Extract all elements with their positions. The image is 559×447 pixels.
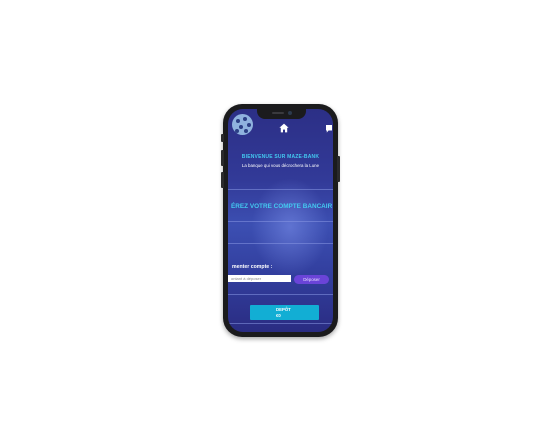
deposit-label: menter compte : [232, 264, 273, 270]
app-screen: BIENVENUE SUR MAZE-BANK La banque qui vo… [228, 109, 333, 332]
phone-frame: BIENVENUE SUR MAZE-BANK La banque qui vo… [221, 104, 340, 337]
manage-account-title: ÉREZ VOTRE COMPTE BANCAIR [231, 203, 333, 210]
welcome-subtitle: La banque qui vous décrochera la Lune [241, 163, 320, 168]
welcome-title: BIENVENUE SUR MAZE-BANK [241, 154, 320, 160]
summary-title: DEPÔT [276, 307, 291, 312]
section-divider [228, 243, 333, 244]
section-divider [228, 294, 333, 295]
home-icon[interactable] [279, 123, 289, 133]
volume-down-button [221, 172, 224, 188]
mute-switch [221, 134, 224, 142]
amount-input[interactable] [228, 275, 291, 282]
deposit-button[interactable]: Déposer [294, 275, 329, 284]
moon-logo-icon[interactable] [232, 114, 253, 135]
chat-icon[interactable] [325, 124, 333, 134]
power-button [337, 156, 340, 182]
section-divider [228, 189, 333, 190]
section-divider [228, 323, 333, 324]
phone-notch [257, 109, 306, 119]
volume-up-button [221, 150, 224, 166]
summary-value: €0 [276, 313, 281, 318]
front-camera [288, 111, 292, 115]
speaker-grille [272, 112, 284, 114]
section-divider [228, 221, 333, 222]
deposit-summary-card: DEPÔT €0 [250, 305, 319, 320]
